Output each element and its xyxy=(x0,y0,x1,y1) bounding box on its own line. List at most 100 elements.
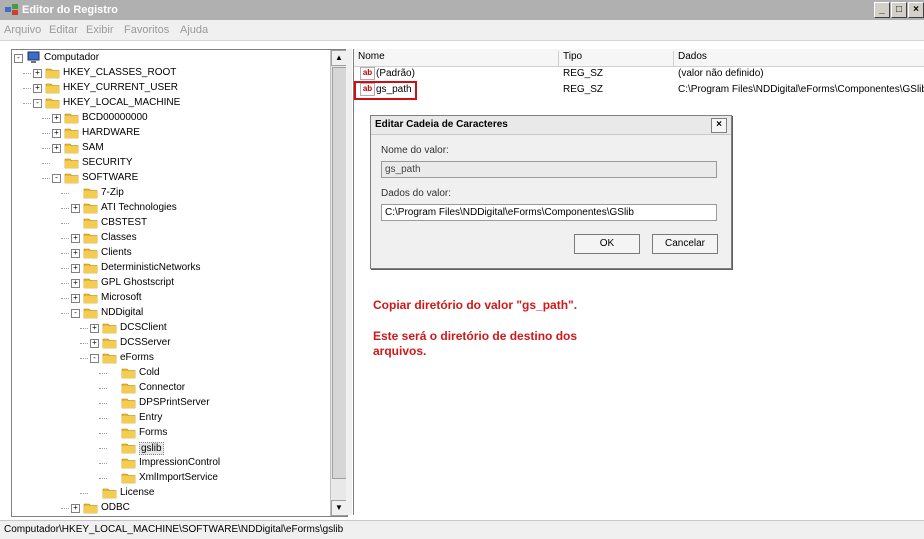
status-path: Computador\HKEY_LOCAL_MACHINE\SOFTWARE\N… xyxy=(4,524,344,535)
window-title: Editor do Registro xyxy=(22,4,118,16)
expand-icon[interactable]: + xyxy=(71,234,80,243)
tree-node-classes[interactable]: + Classes xyxy=(71,231,327,246)
tree-node-clients[interactable]: + Clients xyxy=(71,246,327,261)
tree-connector xyxy=(80,343,88,344)
tree-node-odbc[interactable]: + ODBC xyxy=(71,501,327,516)
tree-node-xmlimportservice[interactable]: XmlImportService xyxy=(109,471,327,486)
expand-icon[interactable]: + xyxy=(33,84,42,93)
tree-node-label: Entry xyxy=(139,412,163,423)
scroll-thumb[interactable] xyxy=(332,67,347,479)
tree-node-gpl-ghostscript[interactable]: + GPL Ghostscript xyxy=(71,276,327,291)
title-bar: Editor do Registro _ □ × xyxy=(0,0,924,20)
registry-editor-icon xyxy=(5,4,18,15)
folder-icon xyxy=(102,351,117,364)
pane-splitter[interactable] xyxy=(346,49,352,515)
tree-node-ati-technologies[interactable]: + ATI Technologies xyxy=(71,201,327,216)
menu-arquivo[interactable]: Arquivo xyxy=(4,24,41,36)
tree-node-label: Forms xyxy=(139,427,168,438)
tree-node-label: Clients xyxy=(101,247,132,258)
tree-node-7-zip[interactable]: 7-Zip xyxy=(71,186,327,201)
menu-exibir[interactable]: Exibir xyxy=(86,24,114,36)
tree-node-label: HARDWARE xyxy=(82,127,140,138)
collapse-icon[interactable]: - xyxy=(33,99,42,108)
expand-icon[interactable]: + xyxy=(71,279,80,288)
instruction-line-2: Este será o diretório de destino dos xyxy=(373,329,578,343)
value-data: C:\Program Files\NDDigital\eForms\Compon… xyxy=(678,84,924,95)
folder-icon xyxy=(102,336,117,349)
expand-icon[interactable]: + xyxy=(71,294,80,303)
expand-icon[interactable]: + xyxy=(71,204,80,213)
tree-node-software[interactable]: - SOFTWARE xyxy=(52,171,327,186)
tree-node-hkey-local-machine[interactable]: - HKEY_LOCAL_MACHINE xyxy=(33,96,327,111)
tree-node-entry[interactable]: Entry xyxy=(109,411,327,426)
dialog-close-button[interactable]: × xyxy=(711,118,727,133)
close-button[interactable]: × xyxy=(908,2,924,18)
column-header-dados[interactable]: Dados xyxy=(674,51,924,66)
expand-icon[interactable]: + xyxy=(52,114,61,123)
maximize-button[interactable]: □ xyxy=(891,2,907,18)
tree-node-nddigital[interactable]: - NDDigital xyxy=(71,306,327,321)
value-row-gs-path[interactable]: ab gs_path REG_SZ C:\Program Files\NDDig… xyxy=(354,82,924,98)
tree-node-bcd00000000[interactable]: + BCD00000000 xyxy=(52,111,327,126)
expand-icon[interactable]: + xyxy=(52,129,61,138)
tree-node-dcsclient[interactable]: + DCSClient xyxy=(90,321,327,336)
tree-node-gslib[interactable]: gslib xyxy=(109,441,327,456)
tree-node-license[interactable]: License xyxy=(90,486,327,501)
cancel-button[interactable]: Cancelar xyxy=(652,234,718,254)
tree-node-cold[interactable]: Cold xyxy=(109,366,327,381)
expand-icon[interactable]: + xyxy=(71,249,80,258)
folder-icon xyxy=(83,216,98,229)
tree-node-dcsserver[interactable]: + DCSServer xyxy=(90,336,327,351)
tree-node-label: ODBC xyxy=(101,502,130,513)
tree-node-forms[interactable]: Forms xyxy=(109,426,327,441)
menu-editar[interactable]: Editar xyxy=(49,24,78,36)
collapse-icon[interactable]: - xyxy=(90,354,99,363)
collapse-icon[interactable]: - xyxy=(71,309,80,318)
tree-node-cbstest[interactable]: CBSTEST xyxy=(71,216,327,231)
registry-tree[interactable]: - Computador + HKEY_CLASSES_ROOT + HKEY_CURRE… xyxy=(11,49,348,517)
tree-node-dpsprintserver[interactable]: DPSPrintServer xyxy=(109,396,327,411)
value-data-field[interactable]: C:\Program Files\NDDigital\eForms\Compon… xyxy=(381,204,717,221)
tree-node-sam[interactable]: + SAM xyxy=(52,141,327,156)
tree-node-label: XmlImportService xyxy=(139,472,218,483)
scroll-up-arrow[interactable]: ▲ xyxy=(331,50,347,66)
tree-node-microsoft[interactable]: + Microsoft xyxy=(71,291,327,306)
tree-node-deterministicnetworks[interactable]: + DeterministicNetworks xyxy=(71,261,327,276)
tree-node-hardware[interactable]: + HARDWARE xyxy=(52,126,327,141)
tree-connector xyxy=(61,268,69,269)
expand-icon[interactable]: + xyxy=(71,264,80,273)
tree-node-computador[interactable]: - Computador xyxy=(14,51,327,66)
tree-node-impressioncontrol[interactable]: ImpressionControl xyxy=(109,456,327,471)
collapse-icon[interactable]: - xyxy=(52,174,61,183)
folder-icon xyxy=(121,441,136,454)
column-header-tipo[interactable]: Tipo xyxy=(559,51,674,66)
minimize-button[interactable]: _ xyxy=(874,2,890,18)
tree-scrollbar[interactable]: ▲ ▼ xyxy=(330,50,347,516)
expand-icon[interactable]: + xyxy=(90,339,99,348)
tree-connector xyxy=(61,238,69,239)
folder-icon xyxy=(83,306,98,319)
tree-connector xyxy=(61,298,69,299)
tree-node-label: CBSTEST xyxy=(101,217,148,228)
menu-favoritos[interactable]: Favoritos xyxy=(124,24,169,36)
tree-node-security[interactable]: SECURITY xyxy=(52,156,327,171)
expand-icon[interactable]: + xyxy=(33,69,42,78)
tree-node-hkey-current-user[interactable]: + HKEY_CURRENT_USER xyxy=(33,81,327,96)
value-row-padrao[interactable]: ab (Padrão) REG_SZ (valor não definido) xyxy=(354,66,924,82)
tree-node-eforms[interactable]: - eForms xyxy=(90,351,327,366)
ok-button[interactable]: OK xyxy=(574,234,640,254)
expand-icon[interactable]: + xyxy=(71,504,80,513)
collapse-icon[interactable]: - xyxy=(14,54,23,63)
tree-node-connector[interactable]: Connector xyxy=(109,381,327,396)
scroll-down-arrow[interactable]: ▼ xyxy=(331,500,347,516)
tree-node-label: DCSServer xyxy=(120,337,171,348)
tree-node-label: SECURITY xyxy=(82,157,133,168)
edit-string-dialog: Editar Cadeia de Caracteres × Nome do va… xyxy=(370,115,732,269)
folder-icon xyxy=(83,291,98,304)
expand-icon[interactable]: + xyxy=(90,324,99,333)
tree-node-hkey-classes-root[interactable]: + HKEY_CLASSES_ROOT xyxy=(33,66,327,81)
expand-icon[interactable]: + xyxy=(52,144,61,153)
menu-ajuda[interactable]: Ajuda xyxy=(180,24,208,36)
column-header-nome[interactable]: Nome xyxy=(354,51,559,66)
folder-icon xyxy=(83,201,98,214)
